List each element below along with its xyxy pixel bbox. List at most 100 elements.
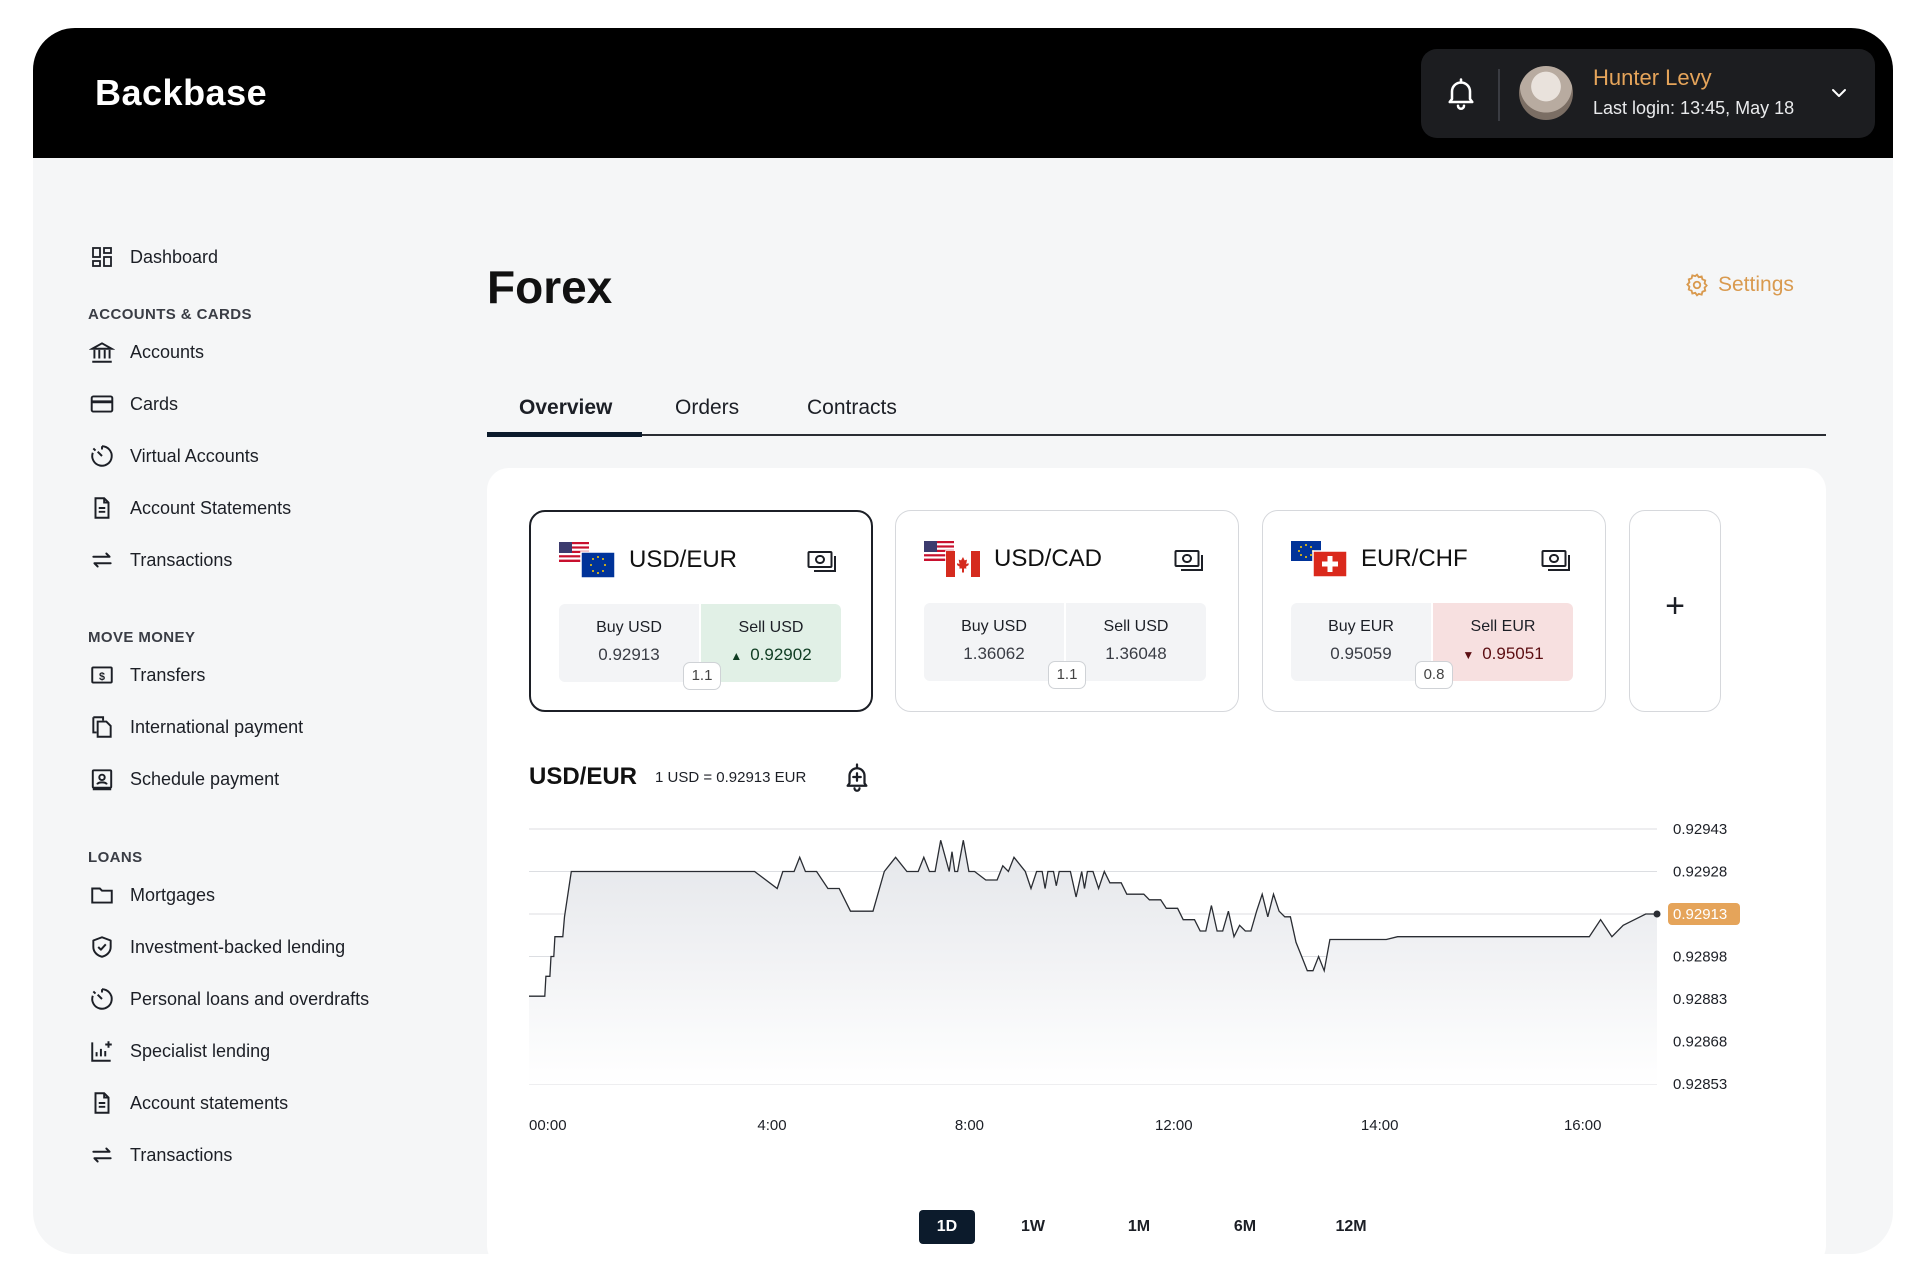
x-tick-label: 14:00 — [1361, 1117, 1399, 1134]
svg-text:$: $ — [99, 671, 105, 683]
trend-down-icon: ▼ — [1462, 648, 1475, 662]
buy-label: Buy USD — [961, 618, 1027, 635]
range-1d-button[interactable]: 1D — [919, 1210, 975, 1244]
contact-card-icon — [88, 765, 116, 793]
spread-badge: 0.8 — [1415, 661, 1453, 689]
avatar[interactable] — [1519, 66, 1573, 120]
range-1w-button[interactable]: 1W — [1005, 1210, 1061, 1244]
shield-check-icon — [88, 933, 116, 961]
sidebar-item-mortgages[interactable]: Mortgages — [88, 878, 215, 912]
trend-up-icon: ▲ — [730, 649, 743, 663]
sidebar-item-label: Schedule payment — [130, 768, 280, 789]
sell-quote[interactable]: Sell EUR ▼ 0.95051 — [1433, 603, 1573, 681]
sidebar-item-label: Mortgages — [130, 884, 216, 905]
sidebar-item-accounts[interactable]: Accounts — [88, 335, 204, 369]
plus-icon: + — [1665, 587, 1685, 625]
usd-cad-flags-icon — [924, 541, 980, 578]
range-6m-button[interactable]: 6M — [1217, 1210, 1273, 1244]
y-axis-labels: 0.92943 0.92928 0.92913 0.92898 0.92883 0.928… — [1668, 821, 1740, 1093]
section-title-loans: LOANS — [88, 849, 143, 866]
sell-quote[interactable]: Sell USD 1.36048 — [1066, 603, 1206, 681]
sidebar-item-loan-transactions[interactable]: Transactions — [88, 1138, 232, 1172]
sidebar-item-label: Specialist lending — [130, 1040, 271, 1061]
buy-value: 0.92913 — [598, 645, 660, 664]
gear-icon — [1686, 273, 1708, 297]
timer-icon — [88, 442, 116, 470]
sidebar-item-label: Transfers — [130, 664, 206, 685]
page-title: Forex — [487, 261, 613, 313]
pair-card-eur-chf[interactable]: EUR/CHF Buy EUR 0.95059 Sell EUR ▼ 0.9505… — [1262, 510, 1606, 712]
y-tick-label: 0.92883 — [1673, 991, 1727, 1008]
buy-value: 0.95059 — [1330, 644, 1392, 663]
sidebar-item-international-payment[interactable]: International payment — [88, 710, 303, 744]
cash-icon[interactable] — [1174, 549, 1204, 573]
pair-card-usd-eur[interactable]: USD/EUR Buy USD 0.92913 Sell USD ▲ 0.9290… — [529, 510, 873, 712]
timer-icon — [88, 985, 116, 1013]
tab-orders[interactable]: Orders — [675, 396, 739, 420]
cash-icon[interactable] — [807, 550, 837, 574]
section-title-accounts-cards: ACCOUNTS & CARDS — [88, 306, 252, 323]
cash-icon[interactable] — [1541, 549, 1571, 573]
x-tick-label: 00:00 — [529, 1117, 567, 1134]
y-tick-label: 0.92943 — [1673, 821, 1727, 838]
sidebar-item-label: Dashboard — [130, 246, 219, 267]
sidebar-item-specialist-lending[interactable]: Specialist lending — [88, 1034, 270, 1068]
header-divider — [1498, 69, 1500, 121]
sidebar-item-label: Personal loans and overdrafts — [130, 988, 370, 1009]
range-12m-button[interactable]: 12M — [1323, 1210, 1379, 1244]
bell-plus-icon[interactable] — [842, 762, 872, 792]
sidebar-item-dashboard[interactable]: Dashboard — [88, 240, 218, 274]
sidebar-item-cards[interactable]: Cards — [88, 387, 178, 421]
section-title-move-money: MOVE MONEY — [88, 629, 196, 646]
pair-name: EUR/CHF — [1361, 545, 1468, 572]
y-tick-label: 0.92913 — [1673, 906, 1727, 923]
sidebar-item-label: Transactions — [130, 1144, 233, 1165]
sell-value-row: ▲ 0.92902 — [701, 645, 841, 665]
range-1m-button[interactable]: 1M — [1111, 1210, 1167, 1244]
folder-icon — [88, 881, 116, 909]
pair-card-usd-cad[interactable]: USD/CAD Buy USD 1.36062 Sell USD 1.36048… — [895, 510, 1239, 712]
x-tick-label: 12:00 — [1155, 1117, 1193, 1134]
tab-overview[interactable]: Overview — [519, 396, 612, 420]
buy-quote[interactable]: Buy USD 0.92913 — [559, 604, 699, 682]
chart-add-icon — [88, 1037, 116, 1065]
arrows-left-right-icon — [88, 546, 116, 574]
rate-chart[interactable]: 0.92943 0.92928 0.92913 0.92898 0.92883 0.928… — [487, 808, 1826, 1138]
y-tick-label: 0.92853 — [1673, 1076, 1727, 1093]
buy-quote[interactable]: Buy EUR 0.95059 — [1291, 603, 1431, 681]
active-tab-indicator — [487, 432, 642, 437]
eur-chf-flags-icon — [1291, 541, 1347, 578]
tab-contracts[interactable]: Contracts — [807, 396, 897, 420]
settings-button[interactable]: Settings — [1684, 272, 1794, 298]
sidebar-item-loan-account-statements[interactable]: Account statements — [88, 1086, 288, 1120]
y-tick-label: 0.92868 — [1673, 1034, 1727, 1051]
x-tick-label: 8:00 — [955, 1117, 984, 1134]
document-icon — [88, 1089, 116, 1117]
sidebar-item-personal-loans[interactable]: Personal loans and overdrafts — [88, 982, 369, 1016]
usd-eur-flags-icon — [559, 542, 615, 579]
buy-label: Buy USD — [596, 619, 662, 636]
money-transfer-icon: $ — [88, 661, 116, 689]
overview-panel: USD/EUR Buy USD 0.92913 Sell USD ▲ 0.9290… — [487, 468, 1826, 1254]
add-pair-button[interactable]: + — [1629, 510, 1721, 712]
chart-rate: 1 USD = 0.92913 EUR — [655, 769, 807, 786]
sidebar-item-transfers[interactable]: $ Transfers — [88, 658, 205, 692]
brand-logo[interactable]: Backbase — [95, 72, 267, 114]
sidebar-item-label: Accounts — [130, 341, 205, 362]
sidebar-item-account-statements[interactable]: Account Statements — [88, 491, 291, 525]
top-bar: Backbase Hunter Levy Last login: 13:45, … — [33, 28, 1893, 158]
sidebar-item-investment-backed-lending[interactable]: Investment-backed lending — [88, 930, 345, 964]
dashboard-icon — [88, 243, 116, 271]
document-icon — [88, 494, 116, 522]
arrows-left-right-icon — [88, 1141, 116, 1169]
sidebar-item-virtual-accounts[interactable]: Virtual Accounts — [88, 439, 259, 473]
sidebar-item-schedule-payment[interactable]: Schedule payment — [88, 762, 279, 796]
sidebar-item-label: Virtual Accounts — [130, 445, 259, 466]
user-panel[interactable]: Hunter Levy Last login: 13:45, May 18 — [1421, 49, 1875, 138]
bank-icon — [88, 338, 116, 366]
buy-quote[interactable]: Buy USD 1.36062 — [924, 603, 1064, 681]
bell-icon[interactable] — [1443, 75, 1479, 111]
chevron-down-icon[interactable] — [1827, 81, 1851, 105]
sidebar-item-transactions[interactable]: Transactions — [88, 543, 232, 577]
sell-quote[interactable]: Sell USD ▲ 0.92902 — [701, 604, 841, 682]
